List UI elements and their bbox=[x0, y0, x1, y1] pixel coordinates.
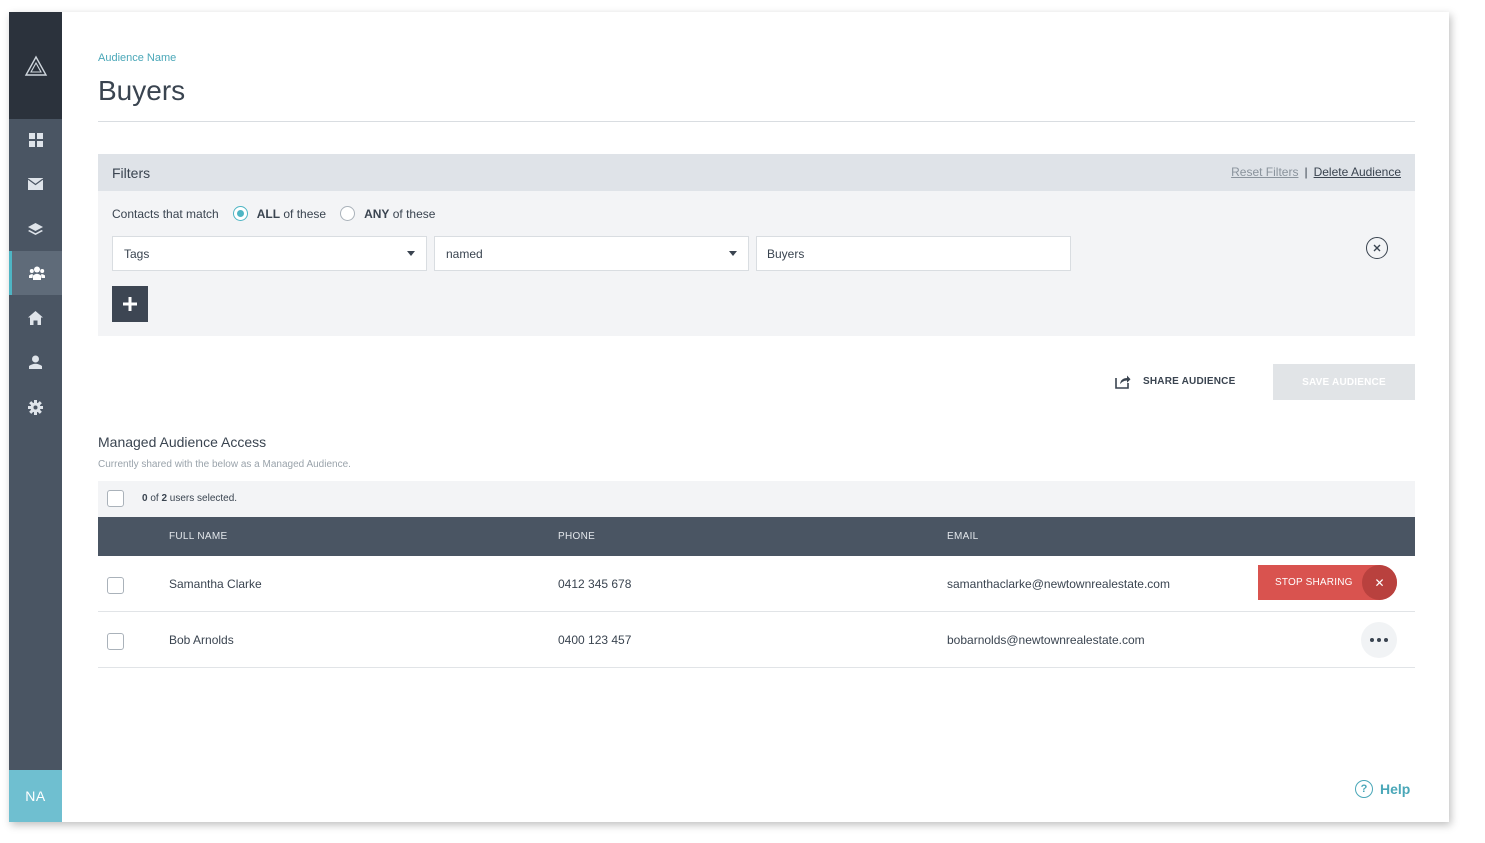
row-full-name: Samantha Clarke bbox=[169, 577, 262, 591]
people-icon bbox=[29, 266, 45, 280]
app-window: NA Audience Name Buyers Filters Reset Fi… bbox=[9, 12, 1449, 822]
row-email: samanthaclarke@newtownrealestate.com bbox=[947, 577, 1170, 591]
selection-bar: 0 of 2 users selected. bbox=[98, 481, 1415, 517]
avatar-initials: NA bbox=[25, 788, 46, 804]
row-full-name: Bob Arnolds bbox=[169, 633, 234, 647]
managed-access-subtitle: Currently shared with the below as a Man… bbox=[98, 459, 351, 470]
title-divider bbox=[98, 121, 1415, 122]
match-any-label[interactable]: ANY of these bbox=[364, 207, 435, 221]
delete-audience-link[interactable]: Delete Audience bbox=[1314, 165, 1401, 179]
managed-access-title: Managed Audience Access bbox=[98, 434, 267, 450]
sidebar-item-properties[interactable] bbox=[9, 296, 62, 340]
breadcrumb: Audience Name bbox=[98, 52, 177, 64]
table-header: FULL NAME PHONE EMAIL bbox=[98, 517, 1415, 556]
more-dots-icon bbox=[1370, 638, 1374, 642]
match-all-radio[interactable] bbox=[232, 206, 248, 221]
share-icon bbox=[1115, 375, 1131, 389]
match-label: Contacts that match bbox=[112, 206, 219, 221]
filter-field-select[interactable]: Tags bbox=[112, 236, 427, 271]
plus-icon bbox=[123, 297, 137, 311]
person-icon bbox=[29, 355, 42, 369]
share-audience-button[interactable]: SHARE AUDIENCE bbox=[1115, 374, 1235, 389]
sidebar-item-audiences[interactable] bbox=[9, 251, 62, 295]
filter-operator-select[interactable]: named bbox=[434, 236, 749, 271]
row-phone: 0412 345 678 bbox=[558, 577, 632, 591]
table-row: Samantha Clarke 0412 345 678 samanthacla… bbox=[98, 556, 1415, 612]
caret-down-icon bbox=[407, 251, 415, 256]
select-all-checkbox[interactable] bbox=[107, 490, 124, 507]
link-separator: | bbox=[1304, 165, 1308, 179]
help-label: Help bbox=[1380, 781, 1411, 797]
save-audience-button[interactable]: SAVE AUDIENCE bbox=[1273, 364, 1415, 400]
stop-sharing-label: STOP SHARING bbox=[1275, 577, 1353, 588]
sidebar-item-mail[interactable] bbox=[9, 162, 62, 206]
table-row: Bob Arnolds 0400 123 457 bobarnolds@newt… bbox=[98, 612, 1415, 668]
gear-icon bbox=[28, 399, 43, 415]
filters-title: Filters bbox=[112, 165, 151, 181]
filter-operator-value: named bbox=[446, 246, 483, 261]
caret-down-icon bbox=[729, 251, 737, 256]
triangle-logo-icon bbox=[24, 55, 47, 76]
close-icon bbox=[1373, 244, 1381, 252]
filter-field-value: Tags bbox=[124, 246, 150, 261]
home-icon bbox=[28, 311, 43, 325]
share-audience-label: SHARE AUDIENCE bbox=[1143, 376, 1236, 387]
sidebar-item-layers[interactable] bbox=[9, 207, 62, 251]
match-any-radio[interactable] bbox=[340, 206, 356, 221]
row-phone: 0400 123 457 bbox=[558, 633, 632, 647]
match-all-label[interactable]: ALL of these bbox=[257, 207, 326, 221]
column-header-phone[interactable]: PHONE bbox=[558, 531, 595, 542]
reset-filters-link[interactable]: Reset Filters bbox=[1231, 165, 1298, 179]
selection-count: 0 of 2 users selected. bbox=[142, 493, 238, 504]
question-icon: ? bbox=[1355, 780, 1373, 798]
sidebar-item-dashboard[interactable] bbox=[9, 118, 62, 162]
user-avatar[interactable]: NA bbox=[9, 770, 62, 822]
envelope-icon bbox=[28, 178, 43, 190]
add-filter-button[interactable] bbox=[112, 286, 148, 322]
column-header-full-name[interactable]: FULL NAME bbox=[169, 531, 227, 542]
row-email: bobarnolds@newtownrealestate.com bbox=[947, 633, 1145, 647]
filters-panel: Filters Reset Filters | Delete Audience … bbox=[98, 154, 1415, 336]
row-more-button[interactable] bbox=[1361, 622, 1397, 658]
row-checkbox[interactable] bbox=[107, 577, 124, 594]
filters-links: Reset Filters | Delete Audience bbox=[1231, 165, 1401, 179]
remove-filter-button[interactable] bbox=[1366, 237, 1388, 259]
stop-sharing-button[interactable]: STOP SHARING ✕ bbox=[1258, 565, 1397, 600]
layers-icon bbox=[28, 222, 43, 235]
main-content: Audience Name Buyers Filters Reset Filte… bbox=[98, 12, 1415, 822]
sidebar-item-contacts[interactable] bbox=[9, 340, 62, 384]
match-mode-row: Contacts that match ALL of these ANY of … bbox=[112, 206, 435, 221]
column-header-email[interactable]: EMAIL bbox=[947, 531, 979, 542]
grid-icon bbox=[28, 133, 43, 147]
filter-value-input[interactable] bbox=[756, 236, 1071, 271]
filters-header: Filters Reset Filters | Delete Audience bbox=[98, 154, 1415, 191]
app-logo[interactable] bbox=[9, 12, 62, 119]
help-button[interactable]: ? Help bbox=[1355, 780, 1410, 798]
close-icon: ✕ bbox=[1362, 565, 1397, 600]
page-title: Buyers bbox=[98, 75, 186, 106]
row-checkbox[interactable] bbox=[107, 633, 124, 650]
sidebar-item-settings[interactable] bbox=[9, 385, 62, 429]
sidebar: NA bbox=[9, 12, 62, 822]
